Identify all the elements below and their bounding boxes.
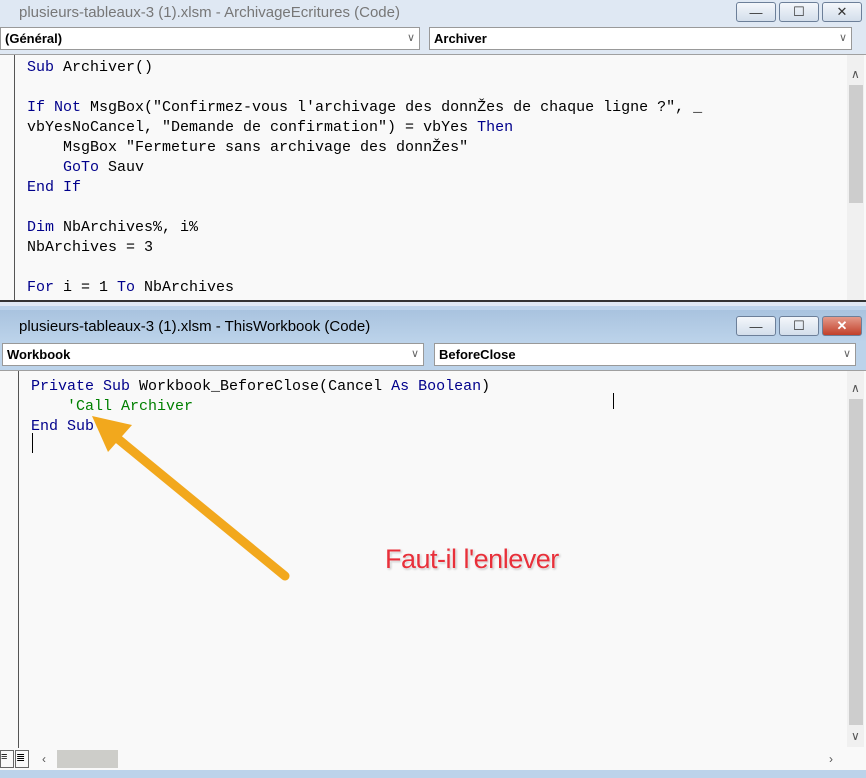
margin-indicator-bar: [0, 371, 19, 748]
scroll-down-icon[interactable]: ∨: [851, 729, 860, 743]
code-keyword: To: [117, 279, 136, 296]
code-line: GoTo Sauv: [27, 158, 144, 178]
code-text: vbYesNoCancel, "Demande de confirmation"…: [27, 119, 478, 136]
full-module-view-button[interactable]: ≣: [15, 750, 29, 768]
scroll-up-icon[interactable]: ∧: [851, 67, 860, 81]
code-line: MsgBox "Fermeture sans archivage des don…: [27, 138, 468, 158]
code-keyword: As Boolean: [391, 378, 482, 395]
code-text: NbArchives: [135, 279, 235, 296]
code-keyword: GoTo: [63, 159, 100, 176]
code-keyword: Private Sub: [31, 378, 131, 395]
vba-workbook-icon: [1, 318, 15, 334]
chevron-down-icon: ∨: [838, 32, 847, 44]
code-line: End If: [27, 178, 81, 198]
vertical-scrollbar[interactable]: ∧: [847, 55, 864, 302]
maximize-button[interactable]: ☐: [779, 2, 819, 22]
horizontal-scrollbar[interactable]: ≡ ≣ ‹ ›: [0, 748, 866, 770]
horizontal-scrollbar-thumb[interactable]: [57, 750, 118, 768]
code-line: vbYesNoCancel, "Demande de confirmation"…: [27, 118, 513, 138]
code-keyword: End Sub: [31, 418, 95, 435]
code-text: Sauv: [99, 159, 145, 176]
code-line: End Sub: [31, 417, 94, 437]
code-text: ): [481, 378, 491, 395]
close-button[interactable]: ✕: [822, 2, 862, 22]
ibeam-cursor-icon: [613, 393, 614, 409]
code-line: If Not MsgBox("Confirmez-vous l'archivag…: [27, 98, 702, 118]
vertical-scrollbar[interactable]: ∧ ∨: [847, 371, 864, 747]
code-keyword: Then: [477, 119, 514, 136]
window-title: plusieurs-tableaux-3 (1).xlsm - Archivag…: [19, 3, 400, 21]
object-dropdown[interactable]: (Général) ∨: [0, 27, 420, 50]
scroll-up-icon[interactable]: ∧: [851, 381, 860, 395]
code-text: NbArchives%, i%: [54, 219, 199, 236]
chevron-down-icon: ∨: [410, 348, 419, 360]
code-keyword: If Not: [27, 99, 82, 116]
annotation-text: Faut-il l'enlever: [385, 544, 559, 574]
code-text: MsgBox "Fermeture sans archivage des don…: [27, 139, 469, 156]
minimize-button[interactable]: —: [736, 316, 776, 336]
procedure-view-button[interactable]: ≡: [0, 750, 14, 768]
top-code-window: plusieurs-tableaux-3 (1).xlsm - Archivag…: [0, 0, 866, 306]
chevron-down-icon: ∨: [406, 32, 415, 44]
code-line: For i = 1 To NbArchives: [27, 278, 234, 298]
chevron-down-icon: ∨: [842, 348, 851, 360]
code-text: MsgBox("Confirmez-vous l'archivage des d…: [81, 99, 703, 116]
window-title: plusieurs-tableaux-3 (1).xlsm - ThisWork…: [19, 317, 371, 335]
scrollbar-thumb[interactable]: [849, 85, 863, 203]
code-text: Workbook_BeforeClose(Cancel: [130, 378, 392, 395]
scrollbar-thumb[interactable]: [849, 399, 863, 725]
code-line: 'Call Archiver: [31, 397, 193, 417]
procedure-dropdown-value: BeforeClose: [439, 347, 516, 362]
margin-indicator-bar: [0, 55, 15, 302]
scroll-right-icon[interactable]: ›: [829, 752, 833, 766]
object-dropdown-value: (Général): [5, 31, 63, 46]
vba-module-icon: [1, 4, 15, 20]
bottom-title-bar[interactable]: plusieurs-tableaux-3 (1).xlsm - ThisWork…: [0, 310, 866, 342]
bottom-code-window: plusieurs-tableaux-3 (1).xlsm - ThisWork…: [0, 306, 866, 778]
window-border: [0, 300, 866, 302]
code-keyword: Dim: [27, 219, 55, 236]
object-dropdown-value: Workbook: [7, 347, 71, 362]
code-comment: 'Call Archiver: [31, 398, 194, 415]
procedure-dropdown[interactable]: Archiver ∨: [429, 27, 852, 50]
maximize-button[interactable]: ☐: [779, 316, 819, 336]
top-title-bar[interactable]: plusieurs-tableaux-3 (1).xlsm - Archivag…: [0, 0, 866, 24]
code-text: i = 1: [54, 279, 118, 296]
procedure-dropdown[interactable]: BeforeClose ∨: [434, 343, 856, 366]
code-keyword: Sub: [27, 59, 55, 76]
code-line: Sub Archiver(): [27, 58, 153, 78]
code-editor[interactable]: ∧ Sub Archiver() If Not MsgBox("Confirmez…: [0, 54, 866, 302]
scroll-left-icon[interactable]: ‹: [42, 752, 46, 766]
procedure-dropdown-value: Archiver: [434, 31, 487, 46]
object-dropdown[interactable]: Workbook ∨: [2, 343, 424, 366]
code-keyword: For: [27, 279, 55, 296]
code-text: NbArchives = 3: [27, 239, 154, 256]
code-keyword: End If: [27, 179, 82, 196]
code-line: Private Sub Workbook_BeforeClose(Cancel …: [31, 377, 490, 397]
minimize-button[interactable]: —: [736, 2, 776, 22]
code-line: Dim NbArchives%, i%: [27, 218, 198, 238]
code-text: Archiver(): [54, 59, 154, 76]
code-line: NbArchives = 3: [27, 238, 153, 258]
close-button[interactable]: ✕: [822, 316, 862, 336]
